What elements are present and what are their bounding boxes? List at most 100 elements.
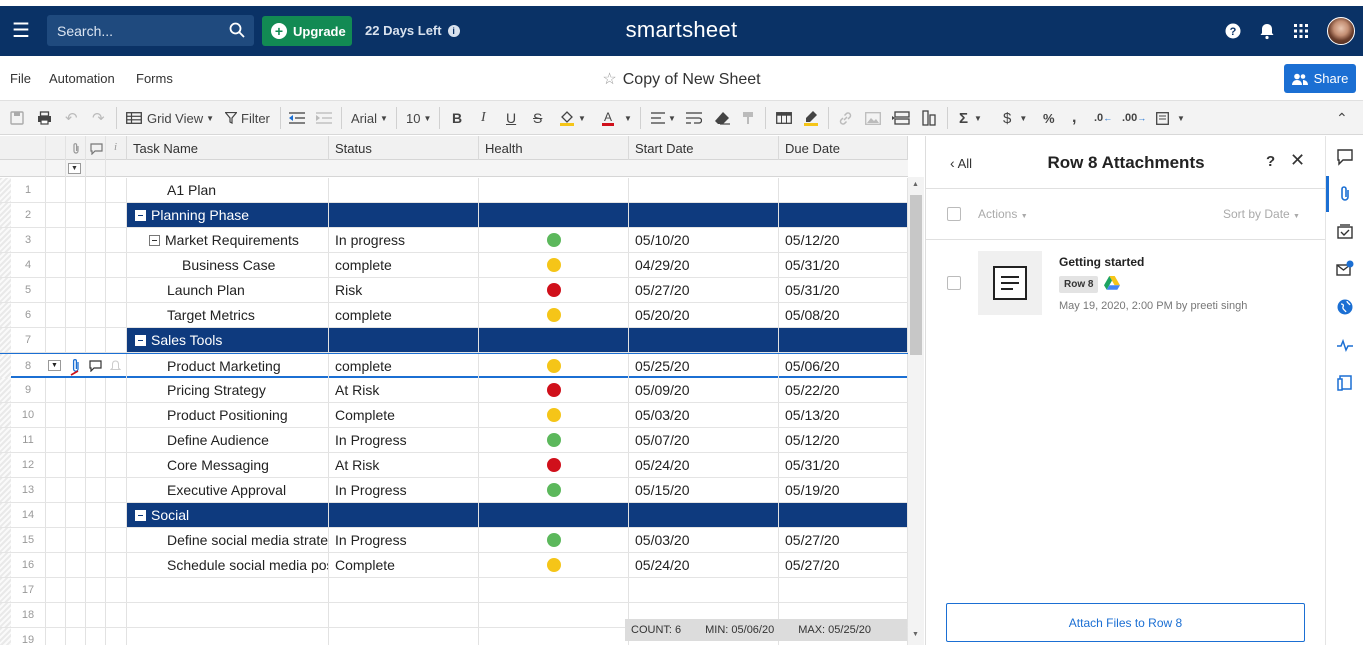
cell-start-date[interactable]: 05/15/20 bbox=[629, 478, 779, 502]
attachment-title[interactable]: Getting started bbox=[1059, 255, 1144, 269]
cell-task-name[interactable] bbox=[126, 603, 329, 627]
actions-dropdown[interactable]: Actions ▼ bbox=[978, 207, 1028, 221]
row-drag-handle[interactable] bbox=[0, 354, 11, 378]
cell-due-date[interactable]: 05/12/20 bbox=[779, 228, 908, 252]
app-launcher-grid-icon[interactable] bbox=[1292, 22, 1310, 40]
cell-due-date[interactable]: 05/19/20 bbox=[779, 478, 908, 502]
row-drag-handle[interactable] bbox=[0, 578, 11, 602]
cell-health[interactable] bbox=[479, 478, 629, 502]
conversations-icon[interactable] bbox=[1336, 148, 1354, 166]
table-row[interactable]: 1 A1 Plan bbox=[0, 178, 908, 203]
row-comment-icon[interactable] bbox=[89, 360, 102, 372]
row-number[interactable]: 6 bbox=[11, 303, 45, 327]
outdent-icon[interactable] bbox=[289, 101, 305, 135]
filter-button[interactable]: Filter bbox=[225, 101, 270, 135]
cell-due-date[interactable] bbox=[779, 578, 908, 602]
cell-status[interactable] bbox=[329, 503, 479, 527]
phase-row[interactable]: 14 Social bbox=[0, 503, 908, 528]
move-columns-icon[interactable] bbox=[922, 101, 936, 135]
attachment-thumbnail[interactable] bbox=[978, 251, 1042, 315]
table-format-icon[interactable] bbox=[776, 101, 792, 135]
cell-status[interactable] bbox=[329, 628, 479, 645]
row-drag-handle[interactable] bbox=[0, 478, 11, 502]
cell-due-date[interactable] bbox=[779, 503, 908, 527]
row-drag-handle[interactable] bbox=[0, 328, 11, 352]
user-avatar[interactable] bbox=[1327, 17, 1355, 45]
select-all-checkbox[interactable] bbox=[947, 207, 961, 221]
cell-start-date[interactable]: 05/24/20 bbox=[629, 453, 779, 477]
currency-icon[interactable]: $ ▼ bbox=[1003, 101, 1027, 135]
cell-status[interactable] bbox=[329, 578, 479, 602]
menu-file[interactable]: File bbox=[10, 71, 31, 86]
row-drag-handle[interactable] bbox=[0, 178, 11, 202]
row-number[interactable]: 2 bbox=[11, 203, 45, 227]
col-header-task-name[interactable]: Task Name bbox=[126, 136, 329, 160]
cell-task-name[interactable]: A1 Plan bbox=[126, 178, 329, 202]
font-family-dropdown[interactable]: Arial ▼ bbox=[351, 101, 388, 135]
cell-status[interactable]: At Risk bbox=[329, 378, 479, 402]
col-header-due-date[interactable]: Due Date bbox=[779, 136, 908, 160]
format-painter-icon[interactable] bbox=[742, 101, 754, 135]
decrease-decimal-icon[interactable]: .0 ← bbox=[1094, 101, 1112, 135]
cell-health[interactable] bbox=[479, 628, 629, 645]
row-drag-handle[interactable] bbox=[0, 603, 11, 627]
strikethrough-icon[interactable]: S bbox=[533, 101, 542, 135]
cell-task-name[interactable]: Product Marketing bbox=[126, 354, 329, 378]
cell-due-date[interactable]: 05/31/20 bbox=[779, 453, 908, 477]
row-attachment-paperclip-icon[interactable] bbox=[70, 358, 82, 376]
undo-icon[interactable]: ↶ bbox=[65, 101, 78, 135]
cell-health[interactable] bbox=[479, 278, 629, 302]
cell-start-date[interactable]: 05/03/20 bbox=[629, 403, 779, 427]
col-header-status[interactable]: Status bbox=[329, 136, 479, 160]
thousands-separator-icon[interactable]: , bbox=[1072, 101, 1076, 135]
smartsheet-logo[interactable]: smartsheet bbox=[626, 17, 738, 42]
grid-view-dropdown[interactable]: Grid View ▼ bbox=[126, 101, 214, 135]
table-row[interactable]: 8 ▼ Product Marketing complete 05/25/20 05/06… bbox=[0, 353, 908, 378]
row-drag-handle[interactable] bbox=[0, 253, 11, 277]
cell-health[interactable] bbox=[479, 428, 629, 452]
scroll-up-icon[interactable]: ▲ bbox=[912, 181, 919, 188]
activity-log-icon[interactable] bbox=[1336, 336, 1354, 354]
phase-row[interactable]: 2 Planning Phase bbox=[0, 203, 908, 228]
cell-task-name[interactable]: Define social media strategy bbox=[126, 528, 329, 552]
cell-health[interactable] bbox=[479, 203, 629, 227]
cell-health[interactable] bbox=[479, 354, 629, 378]
row-drag-handle[interactable] bbox=[0, 503, 11, 527]
favorite-star-icon[interactable]: ☆ bbox=[602, 71, 616, 88]
row-drag-handle[interactable] bbox=[0, 278, 11, 302]
highlight-changes-icon[interactable] bbox=[804, 101, 818, 135]
text-color-icon[interactable]: A ▼ bbox=[601, 101, 632, 135]
cell-task-name[interactable]: Executive Approval bbox=[126, 478, 329, 502]
attachments-paperclip-icon[interactable] bbox=[1336, 185, 1354, 203]
info-icon[interactable]: i bbox=[447, 24, 460, 37]
cell-start-date[interactable]: 05/03/20 bbox=[629, 528, 779, 552]
cell-start-date[interactable]: 05/09/20 bbox=[629, 378, 779, 402]
percent-icon[interactable]: % bbox=[1043, 101, 1055, 135]
help-icon[interactable]: ? bbox=[1224, 22, 1242, 40]
search-icon[interactable] bbox=[229, 22, 245, 38]
cell-start-date[interactable]: 05/20/20 bbox=[629, 303, 779, 327]
table-row[interactable]: 6 Target Metrics complete 05/20/20 05/08/20 bbox=[0, 303, 908, 328]
row-drag-handle[interactable] bbox=[0, 403, 11, 427]
scroll-down-icon[interactable]: ▼ bbox=[912, 631, 919, 638]
menu-forms[interactable]: Forms bbox=[136, 71, 173, 86]
cell-due-date[interactable] bbox=[779, 178, 908, 202]
increase-decimal-icon[interactable]: .00 → bbox=[1122, 101, 1146, 135]
cell-health[interactable] bbox=[479, 528, 629, 552]
row-drag-handle[interactable] bbox=[0, 528, 11, 552]
table-row[interactable]: 10 Product Positioning Complete 05/03/20 05/… bbox=[0, 403, 908, 428]
cell-task-name[interactable]: Define Audience bbox=[126, 428, 329, 452]
table-row[interactable]: 5 Launch Plan Risk 05/27/20 05/31/20 bbox=[0, 278, 908, 303]
col-header-health[interactable]: Health bbox=[479, 136, 629, 160]
cell-status[interactable] bbox=[329, 203, 479, 227]
notifications-bell-icon[interactable] bbox=[1258, 22, 1276, 40]
row-number[interactable]: 1 bbox=[11, 178, 45, 202]
scrollbar-thumb[interactable] bbox=[910, 195, 922, 355]
cell-task-name[interactable]: Social bbox=[126, 503, 329, 527]
phase-row[interactable]: 7 Sales Tools bbox=[0, 328, 908, 353]
close-icon[interactable]: ✕ bbox=[1290, 150, 1305, 171]
row-number[interactable]: 3 bbox=[11, 228, 45, 252]
cell-health[interactable] bbox=[479, 578, 629, 602]
menu-automation[interactable]: Automation bbox=[49, 71, 115, 86]
cell-task-name[interactable]: Core Messaging bbox=[126, 453, 329, 477]
